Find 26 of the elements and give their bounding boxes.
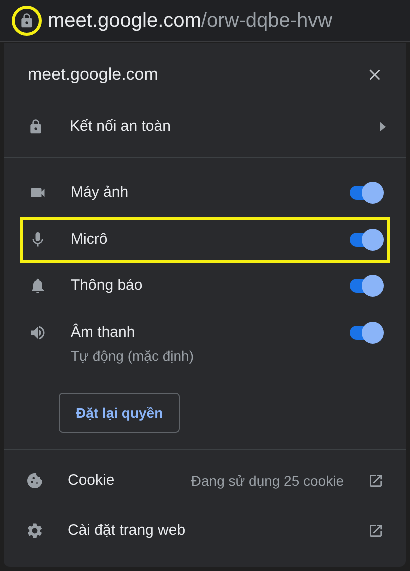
arrow-icon xyxy=(380,122,386,132)
permission-label: Micrô xyxy=(71,230,109,250)
permission-label: Âm thanh xyxy=(71,322,136,342)
permission-sublabel: Tự động (mặc định) xyxy=(71,347,195,366)
url-text[interactable]: meet.google.com/orw-dqbe-hvw xyxy=(48,6,333,36)
toggle-switch[interactable] xyxy=(348,275,384,298)
toggle-switch[interactable] xyxy=(348,228,384,251)
reset-permissions-button[interactable]: Đặt lại quyền xyxy=(59,393,180,433)
permission-label: Thông báo xyxy=(71,276,144,296)
site-link-item[interactable]: Cài đặt trang web xyxy=(4,506,406,556)
external-link-icon xyxy=(368,473,384,489)
lock-icon xyxy=(28,119,44,135)
permission-label: Máy ảnh xyxy=(71,183,130,203)
link-detail: Đang sử dụng 25 cookie xyxy=(191,472,344,491)
lock-icon xyxy=(19,12,35,28)
toggle-switch[interactable] xyxy=(348,182,384,204)
popup-title: meet.google.com xyxy=(28,64,158,86)
site-link-item[interactable]: Cookie Đang sử dụng 25 cookie xyxy=(4,456,406,506)
connection-item[interactable]: Kết nối an toàn xyxy=(4,107,406,147)
bell-icon xyxy=(29,277,47,296)
external-link-icon xyxy=(368,523,384,539)
cookie-icon xyxy=(26,472,44,490)
lock-button[interactable] xyxy=(12,6,42,36)
speaker-icon xyxy=(29,324,47,342)
toggle-switch[interactable] xyxy=(348,322,384,344)
settings-icon xyxy=(26,522,44,540)
